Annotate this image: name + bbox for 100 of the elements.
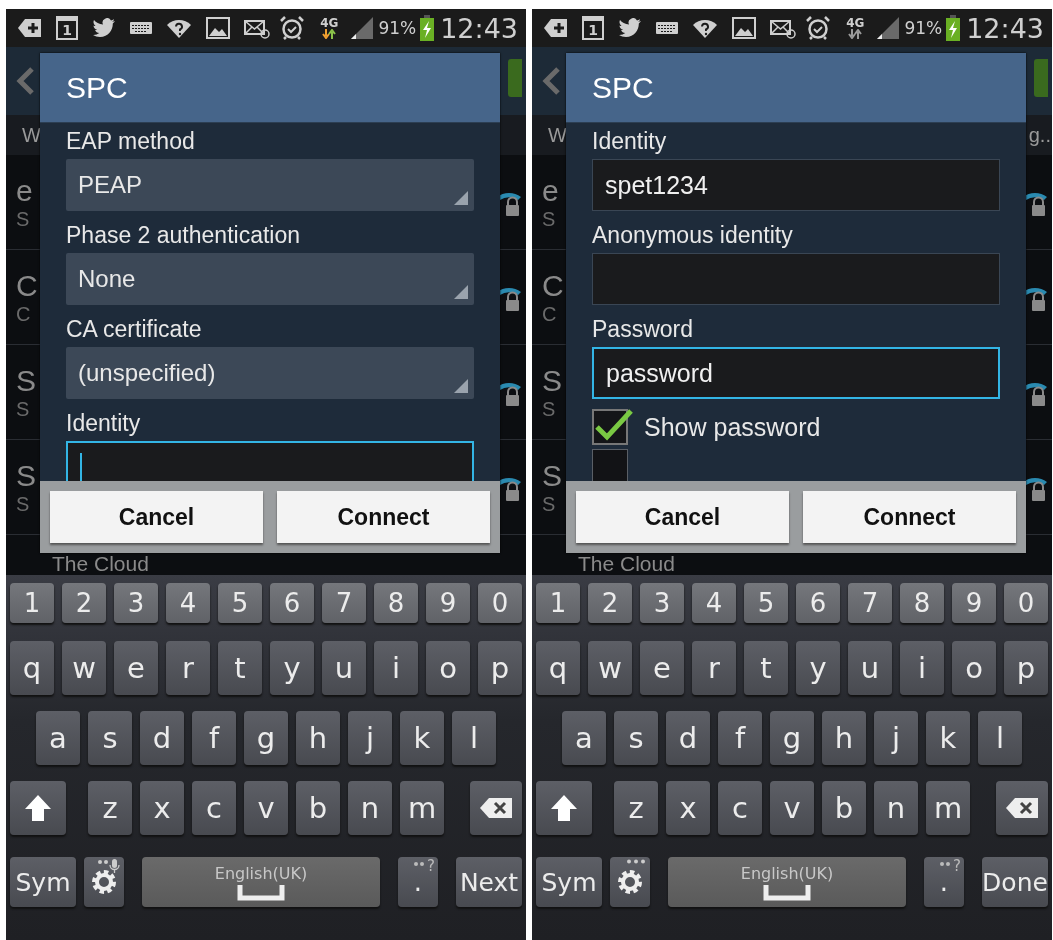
digit-key[interactable]: 3: [114, 583, 158, 623]
digit-key[interactable]: 9: [426, 583, 470, 623]
digit-key[interactable]: 2: [588, 583, 632, 623]
letter-key[interactable]: k: [926, 711, 970, 765]
period-key[interactable]: . ?: [924, 857, 964, 907]
digit-key[interactable]: 8: [374, 583, 418, 623]
backspace-key[interactable]: [996, 781, 1048, 835]
letter-key[interactable]: j: [348, 711, 392, 765]
text-field[interactable]: [592, 253, 1000, 305]
letter-key[interactable]: z: [88, 781, 132, 835]
letter-key[interactable]: d: [666, 711, 710, 765]
settings-key[interactable]: [610, 857, 650, 907]
sym-key[interactable]: Sym: [10, 857, 76, 907]
letter-key[interactable]: f: [192, 711, 236, 765]
letter-key[interactable]: g: [770, 711, 814, 765]
dropdown-field[interactable]: (unspecified): [66, 347, 474, 399]
action-key[interactable]: Next: [456, 857, 522, 907]
letter-key[interactable]: w: [588, 641, 632, 695]
space-key[interactable]: English(UK): [668, 857, 906, 907]
dropdown-field[interactable]: None: [66, 253, 474, 305]
letter-key[interactable]: i: [374, 641, 418, 695]
letter-key[interactable]: s: [614, 711, 658, 765]
digit-key[interactable]: 5: [744, 583, 788, 623]
backspace-key[interactable]: [470, 781, 522, 835]
sym-key[interactable]: Sym: [536, 857, 602, 907]
digit-key[interactable]: 0: [478, 583, 522, 623]
digit-key[interactable]: 6: [796, 583, 840, 623]
letter-key[interactable]: e: [114, 641, 158, 695]
letter-key[interactable]: t: [744, 641, 788, 695]
letter-key[interactable]: f: [718, 711, 762, 765]
dropdown-field[interactable]: PEAP: [66, 159, 474, 211]
digit-key[interactable]: 6: [270, 583, 314, 623]
letter-key[interactable]: x: [666, 781, 710, 835]
letter-key[interactable]: c: [192, 781, 236, 835]
digit-key[interactable]: 0: [1004, 583, 1048, 623]
period-key[interactable]: . ?: [398, 857, 438, 907]
letter-key[interactable]: n: [874, 781, 918, 835]
letter-key[interactable]: v: [244, 781, 288, 835]
switch-button[interactable]: [508, 59, 522, 97]
letter-key[interactable]: h: [822, 711, 866, 765]
letter-key[interactable]: d: [140, 711, 184, 765]
letter-key[interactable]: l: [452, 711, 496, 765]
digit-key[interactable]: 9: [952, 583, 996, 623]
digit-key[interactable]: 7: [848, 583, 892, 623]
letter-key[interactable]: q: [10, 641, 54, 695]
digit-key[interactable]: 3: [640, 583, 684, 623]
letter-key[interactable]: a: [36, 711, 80, 765]
letter-key[interactable]: x: [140, 781, 184, 835]
letter-key[interactable]: e: [640, 641, 684, 695]
checkbox[interactable]: [592, 449, 628, 481]
letter-key[interactable]: y: [270, 641, 314, 695]
letter-key[interactable]: j: [874, 711, 918, 765]
digit-key[interactable]: 8: [900, 583, 944, 623]
settings-key[interactable]: [84, 857, 124, 907]
letter-key[interactable]: n: [348, 781, 392, 835]
connect-button[interactable]: Connect: [803, 491, 1016, 543]
cancel-button[interactable]: Cancel: [576, 491, 789, 543]
letter-key[interactable]: i: [900, 641, 944, 695]
letter-key[interactable]: h: [296, 711, 340, 765]
text-field[interactable]: password: [592, 347, 1000, 399]
digit-key[interactable]: 7: [322, 583, 366, 623]
letter-key[interactable]: y: [796, 641, 840, 695]
letter-key[interactable]: s: [88, 711, 132, 765]
letter-key[interactable]: w: [62, 641, 106, 695]
connect-button[interactable]: Connect: [277, 491, 490, 543]
letter-key[interactable]: a: [562, 711, 606, 765]
letter-key[interactable]: l: [978, 711, 1022, 765]
letter-key[interactable]: r: [166, 641, 210, 695]
digit-key[interactable]: 1: [536, 583, 580, 623]
digit-key[interactable]: 1: [10, 583, 54, 623]
digit-key[interactable]: 2: [62, 583, 106, 623]
letter-key[interactable]: g: [244, 711, 288, 765]
cancel-button[interactable]: Cancel: [50, 491, 263, 543]
letter-key[interactable]: p: [478, 641, 522, 695]
letter-key[interactable]: u: [848, 641, 892, 695]
letter-key[interactable]: z: [614, 781, 658, 835]
letter-key[interactable]: c: [718, 781, 762, 835]
letter-key[interactable]: r: [692, 641, 736, 695]
letter-key[interactable]: b: [822, 781, 866, 835]
letter-key[interactable]: m: [926, 781, 970, 835]
letter-key[interactable]: k: [400, 711, 444, 765]
digit-key[interactable]: 4: [166, 583, 210, 623]
letter-key[interactable]: q: [536, 641, 580, 695]
letter-key[interactable]: m: [400, 781, 444, 835]
shift-key[interactable]: [536, 781, 592, 835]
letter-key[interactable]: o: [952, 641, 996, 695]
text-field[interactable]: spet1234: [592, 159, 1000, 211]
letter-key[interactable]: p: [1004, 641, 1048, 695]
digit-key[interactable]: 4: [692, 583, 736, 623]
letter-key[interactable]: o: [426, 641, 470, 695]
space-key[interactable]: English(UK): [142, 857, 380, 907]
text-field[interactable]: [66, 441, 474, 481]
digit-key[interactable]: 5: [218, 583, 262, 623]
shift-key[interactable]: [10, 781, 66, 835]
letter-key[interactable]: t: [218, 641, 262, 695]
letter-key[interactable]: u: [322, 641, 366, 695]
switch-button[interactable]: [1034, 59, 1048, 97]
letter-key[interactable]: v: [770, 781, 814, 835]
letter-key[interactable]: b: [296, 781, 340, 835]
action-key[interactable]: Done: [982, 857, 1048, 907]
